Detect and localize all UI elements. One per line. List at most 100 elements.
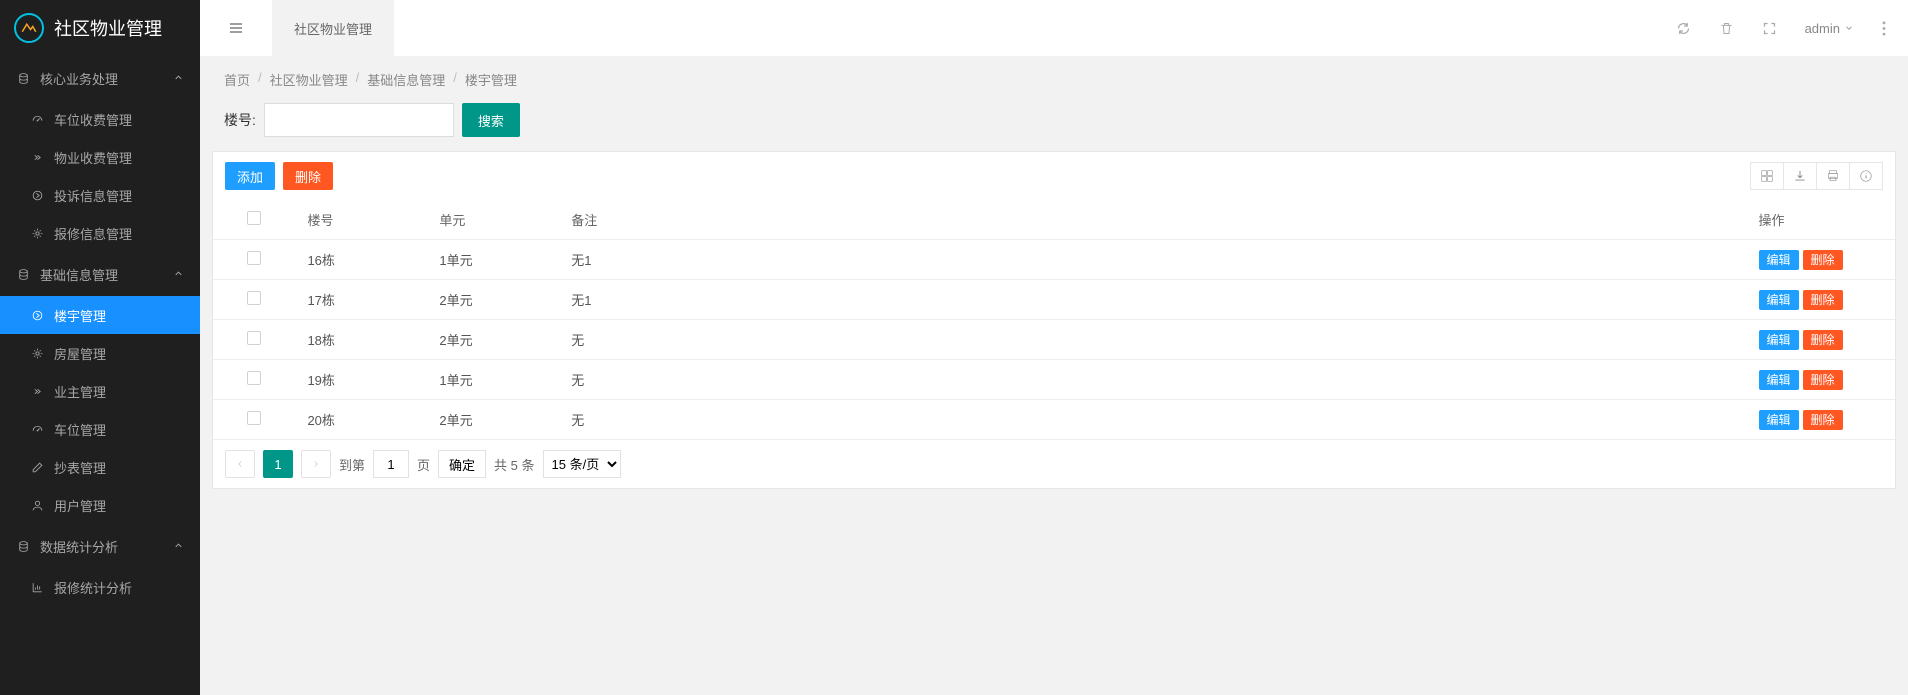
- menu-item[interactable]: 报修信息管理: [0, 214, 200, 252]
- col-header-bno: 楼号: [295, 200, 427, 240]
- delete-button[interactable]: 删除: [283, 162, 333, 190]
- cell-bno: 19栋: [295, 360, 427, 400]
- row-checkbox[interactable]: [247, 291, 261, 305]
- pagination: 1 到第 页 确定 共 5 条 15 条/页: [213, 440, 1895, 488]
- columns-tool-icon[interactable]: [1750, 162, 1784, 190]
- row-delete-button[interactable]: 删除: [1803, 370, 1843, 390]
- row-edit-button[interactable]: 编辑: [1759, 410, 1799, 430]
- search-button[interactable]: 搜索: [462, 103, 520, 137]
- row-delete-button[interactable]: 删除: [1803, 330, 1843, 350]
- cell-bno: 18栋: [295, 320, 427, 360]
- breadcrumb-item[interactable]: 社区物业管理: [270, 70, 348, 89]
- goto-input[interactable]: [373, 450, 409, 478]
- search-label: 楼号:: [224, 110, 256, 130]
- db-icon: [16, 72, 30, 85]
- gear-icon: [30, 227, 44, 240]
- row-delete-button[interactable]: 删除: [1803, 410, 1843, 430]
- chevron-up-icon: [173, 71, 184, 86]
- page-size-select[interactable]: 15 条/页: [543, 450, 621, 478]
- col-header-note: 备注: [559, 200, 1746, 240]
- table-row: 17栋2单元无1编辑删除: [213, 280, 1895, 320]
- breadcrumb: 首页/社区物业管理/基础信息管理/楼宇管理: [200, 56, 1908, 103]
- menu-item-label: 物业收费管理: [54, 148, 132, 167]
- menu-item[interactable]: 车位收费管理: [0, 100, 200, 138]
- print-tool-icon[interactable]: [1816, 162, 1850, 190]
- page-prev-button[interactable]: [225, 450, 255, 478]
- row-edit-button[interactable]: 编辑: [1759, 290, 1799, 310]
- row-delete-button[interactable]: 删除: [1803, 290, 1843, 310]
- menu-item-label: 报修统计分析: [54, 578, 132, 597]
- table-row: 18栋2单元无编辑删除: [213, 320, 1895, 360]
- menu-item-label: 用户管理: [54, 496, 106, 515]
- dashboard-icon: [30, 423, 44, 436]
- search-bar: 楼号: 搜索: [212, 103, 1896, 151]
- logo-icon: [14, 13, 44, 43]
- menu-item-label: 车位管理: [54, 420, 106, 439]
- cell-unit: 2单元: [427, 280, 559, 320]
- menu-item[interactable]: 投诉信息管理: [0, 176, 200, 214]
- tab-current[interactable]: 社区物业管理: [272, 0, 394, 56]
- row-checkbox[interactable]: [247, 411, 261, 425]
- menu-group-header[interactable]: 核心业务处理: [0, 56, 200, 100]
- trash-icon[interactable]: [1719, 21, 1734, 36]
- menu-group-header[interactable]: 基础信息管理: [0, 252, 200, 296]
- menu-item[interactable]: 车位管理: [0, 410, 200, 448]
- row-checkbox[interactable]: [247, 251, 261, 265]
- table-row: 20栋2单元无编辑删除: [213, 400, 1895, 440]
- chart-icon: [30, 581, 44, 594]
- breadcrumb-item[interactable]: 首页: [224, 70, 250, 89]
- breadcrumb-item[interactable]: 基础信息管理: [367, 70, 445, 89]
- menu-group-header[interactable]: 数据统计分析: [0, 524, 200, 568]
- cell-bno: 16栋: [295, 240, 427, 280]
- checkbox-all[interactable]: [247, 211, 261, 225]
- cell-note: 无: [559, 360, 1746, 400]
- cell-note: 无: [559, 320, 1746, 360]
- dashboard-icon: [30, 113, 44, 126]
- sidebar-toggle-button[interactable]: [200, 0, 272, 56]
- menu-item[interactable]: 用户管理: [0, 486, 200, 524]
- menu-group-label: 核心业务处理: [40, 69, 118, 88]
- gear-icon: [30, 347, 44, 360]
- page-next-button[interactable]: [301, 450, 331, 478]
- add-button[interactable]: 添加: [225, 162, 275, 190]
- more-icon[interactable]: [1882, 21, 1886, 36]
- menu-item[interactable]: 物业收费管理: [0, 138, 200, 176]
- menu-item[interactable]: 楼宇管理: [0, 296, 200, 334]
- search-input[interactable]: [264, 103, 454, 137]
- topbar: 社区物业管理 admin: [200, 0, 1908, 56]
- cell-bno: 20栋: [295, 400, 427, 440]
- export-tool-icon[interactable]: [1783, 162, 1817, 190]
- menu-item[interactable]: 房屋管理: [0, 334, 200, 372]
- row-edit-button[interactable]: 编辑: [1759, 250, 1799, 270]
- cell-note: 无1: [559, 280, 1746, 320]
- fullscreen-icon[interactable]: [1762, 21, 1777, 36]
- row-delete-button[interactable]: 删除: [1803, 250, 1843, 270]
- cell-unit: 1单元: [427, 360, 559, 400]
- row-edit-button[interactable]: 编辑: [1759, 330, 1799, 350]
- page-number-current[interactable]: 1: [263, 450, 293, 478]
- refresh-icon[interactable]: [1676, 21, 1691, 36]
- goto-label: 到第: [339, 455, 365, 474]
- data-panel: 添加 删除 楼号 单元 备注: [212, 151, 1896, 489]
- menu-item-label: 房屋管理: [54, 344, 106, 363]
- menu-item[interactable]: 报修统计分析: [0, 568, 200, 606]
- menu-item[interactable]: 业主管理: [0, 372, 200, 410]
- table-row: 16栋1单元无1编辑删除: [213, 240, 1895, 280]
- row-edit-button[interactable]: 编辑: [1759, 370, 1799, 390]
- edit-icon: [30, 461, 44, 474]
- menu-item-label: 楼宇管理: [54, 306, 106, 325]
- info-tool-icon[interactable]: [1849, 162, 1883, 190]
- menu-item[interactable]: 抄表管理: [0, 448, 200, 486]
- sidebar: 社区物业管理 核心业务处理车位收费管理物业收费管理投诉信息管理报修信息管理基础信…: [0, 0, 200, 695]
- collapse-icon: [30, 385, 44, 398]
- row-checkbox[interactable]: [247, 371, 261, 385]
- app-logo: 社区物业管理: [0, 0, 200, 56]
- db-icon: [16, 268, 30, 281]
- row-checkbox[interactable]: [247, 331, 261, 345]
- table-row: 19栋1单元无编辑删除: [213, 360, 1895, 400]
- menu-item-label: 业主管理: [54, 382, 106, 401]
- cell-note: 无1: [559, 240, 1746, 280]
- user-menu[interactable]: admin: [1805, 21, 1854, 36]
- breadcrumb-item: 楼宇管理: [465, 70, 517, 89]
- goto-confirm-button[interactable]: 确定: [438, 450, 486, 478]
